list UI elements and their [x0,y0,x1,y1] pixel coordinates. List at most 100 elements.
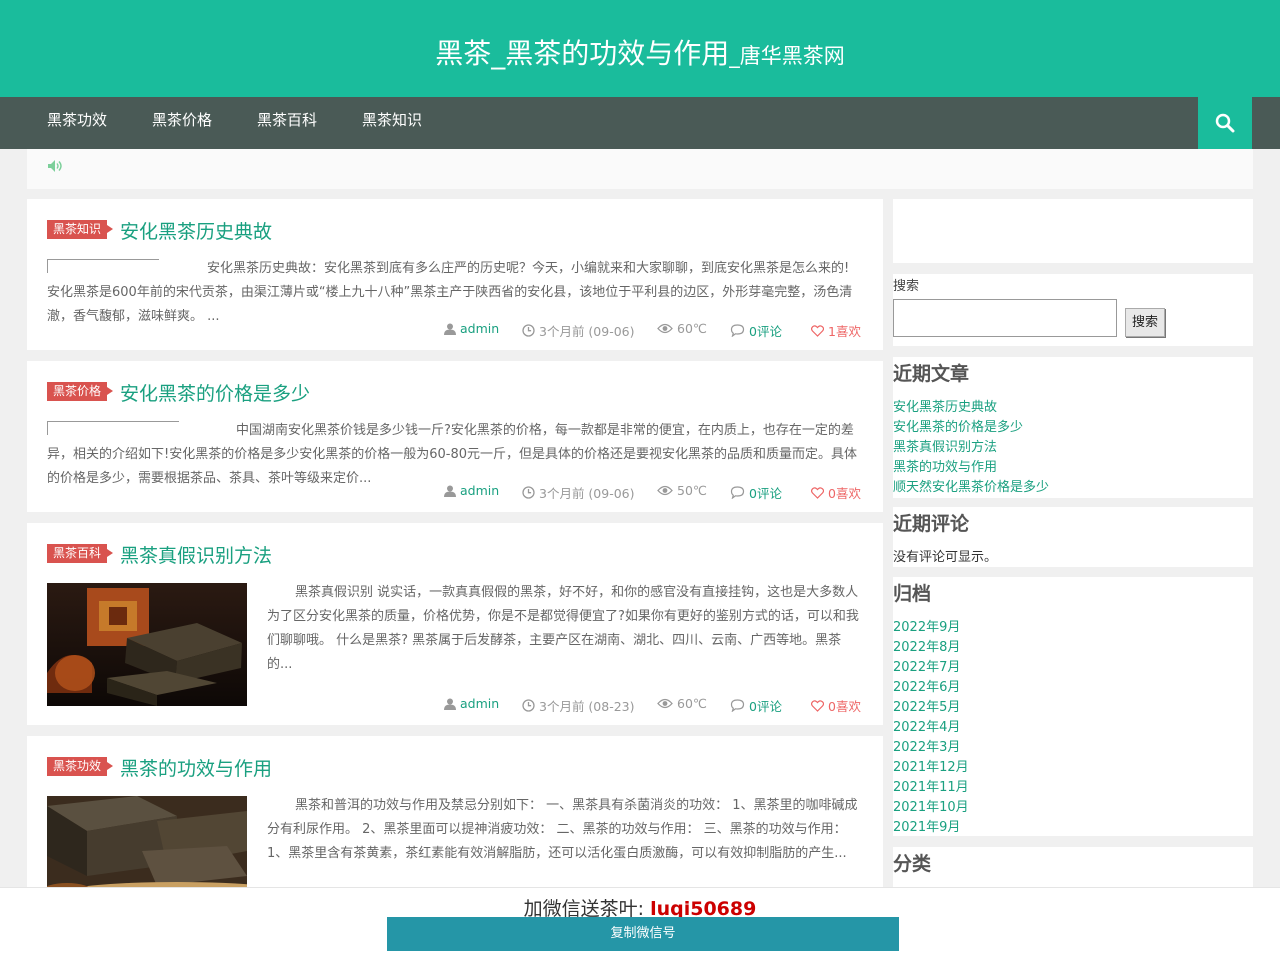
post-time: 3个月前 (09-06) [522,321,635,340]
archive-link[interactable]: 2022年5月 [893,696,960,715]
post-card: 黑茶百科 黑茶真假识别方法 黑茶真假识别 说实话，一款真真假假的黑茶，好不好，和… [27,523,883,725]
search-widget: 搜索 搜索 [893,274,1253,346]
post-title[interactable]: 安化黑茶的价格是多少 [120,379,310,406]
post-title[interactable]: 黑茶的功效与作用 [120,754,272,781]
archives-widget: 归档 2022年9月 2022年8月 2022年7月 2022年6月 2022年… [893,577,1253,836]
nav-item-knowledge[interactable]: 黑茶知识 [362,97,422,145]
post-time: 3个月前 (08-23) [522,696,635,715]
post-thumbnail[interactable] [47,796,247,896]
post-author[interactable]: admin [444,321,499,336]
post-excerpt: 黑茶真假识别 说实话，一款真真假假的黑茶，好不好，和你的感官没有直接挂钩，这也是… [267,585,859,672]
post-excerpt: 中国湖南安化黑茶价钱是多少钱一斤?安化黑茶的价格，每一款都是非常的便宜，在内质上… [47,423,857,486]
post-comments[interactable]: 0评论 [730,483,782,502]
heart-icon [811,699,824,712]
comments-text[interactable]: 0评论 [749,321,782,340]
site-title-sub[interactable]: _唐华黑茶网 [729,44,845,68]
post-comments[interactable]: 0评论 [730,696,782,715]
widget-title: 近期评论 [893,513,970,535]
tea-brick-image [47,796,247,896]
post-comments[interactable]: 0评论 [730,321,782,340]
archive-link[interactable]: 2022年6月 [893,676,960,695]
search-submit-button[interactable]: 搜索 [1125,308,1165,337]
time-text: 3个月前 (09-06) [539,486,635,501]
archive-link[interactable]: 2021年9月 [893,816,960,835]
recent-post-link[interactable]: 安化黑茶历史典故 [893,396,997,415]
post-card: 黑茶知识 安化黑茶历史典故 安化黑茶历史典故：安化黑茶到底有多么庄严的历史呢？今… [27,199,883,350]
recent-comments-widget: 近期评论 没有评论可显示。 [893,507,1253,567]
category-badge[interactable]: 黑茶功效 [47,757,114,776]
recent-post-link[interactable]: 安化黑茶的价格是多少 [893,416,1023,435]
user-icon [444,323,456,335]
eye-icon [657,698,673,709]
heart-icon [811,486,824,499]
author-name[interactable]: admin [460,696,499,711]
archive-link[interactable]: 2022年9月 [893,616,960,635]
nav-item-encyclopedia[interactable]: 黑茶百科 [257,97,317,145]
recent-post-link[interactable]: 顺天然安化黑茶价格是多少 [893,476,1049,495]
post-views: 60℃ [657,696,707,711]
wechat-promo-bar: 加微信送茶叶: luqi50689 复制微信号 [0,887,1280,960]
widget-title: 分类 [893,853,932,875]
archive-link[interactable]: 2022年4月 [893,716,960,735]
nav-item-price[interactable]: 黑茶价格 [152,97,212,145]
archive-link[interactable]: 2022年7月 [893,656,960,675]
comments-text[interactable]: 0评论 [749,696,782,715]
search-toggle-button[interactable] [1198,97,1252,149]
archive-link[interactable]: 2022年8月 [893,636,960,655]
search-input[interactable] [893,299,1117,337]
site-header: 黑茶_黑茶的功效与作用_唐华黑茶网 [0,0,1280,97]
category-badge[interactable]: 黑茶百科 [47,544,114,563]
tea-brick-image [47,583,247,706]
post-author[interactable]: admin [444,696,499,711]
post-likes[interactable]: 1喜欢 [811,321,861,340]
search-icon [1215,113,1235,133]
author-name[interactable]: admin [460,321,499,336]
recent-post-link[interactable]: 黑茶真假识别方法 [893,436,997,455]
time-text: 3个月前 (09-06) [539,324,635,339]
comment-icon [730,486,745,499]
views-text: 60℃ [677,321,707,336]
nav-item-efficacy[interactable]: 黑茶功效 [47,97,107,145]
likes-text[interactable]: 0喜欢 [828,696,861,715]
post-title[interactable]: 安化黑茶历史典故 [120,217,272,244]
views-text: 50℃ [677,483,707,498]
post-likes[interactable]: 0喜欢 [811,483,861,502]
likes-text[interactable]: 0喜欢 [828,483,861,502]
likes-text[interactable]: 1喜欢 [828,321,861,340]
category-badge[interactable]: 黑茶价格 [47,382,114,401]
recent-post-link[interactable]: 黑茶的功效与作用 [893,456,997,475]
comment-icon [730,699,745,712]
post-author[interactable]: admin [444,483,499,498]
post-time: 3个月前 (09-06) [522,483,635,502]
widget-title: 近期文章 [893,363,970,385]
user-icon [444,485,456,497]
eye-icon [657,323,673,334]
recent-posts-widget: 近期文章 安化黑茶历史典故 安化黑茶的价格是多少 黑茶真假识别方法 黑茶的功效与… [893,357,1253,498]
views-text: 60℃ [677,696,707,711]
heart-icon [811,324,824,337]
site-title[interactable]: 黑茶_黑茶的功效与作用_唐华黑茶网 [0,32,1280,72]
post-likes[interactable]: 0喜欢 [811,696,861,715]
no-comments-text: 没有评论可显示。 [893,550,998,565]
archive-link[interactable]: 2021年10月 [893,796,969,815]
copy-wechat-button[interactable]: 复制微信号 [387,917,899,951]
post-card: 黑茶功效 黑茶的功效与作用 黑茶和普洱的功效与作用及禁忌分别如下： 一、黑茶具有… [27,736,883,896]
search-label: 搜索 [893,279,920,294]
comments-text[interactable]: 0评论 [749,483,782,502]
category-badge[interactable]: 黑茶知识 [47,220,114,239]
post-title[interactable]: 黑茶真假识别方法 [120,541,272,568]
post-thumbnail[interactable] [47,583,247,706]
site-title-main[interactable]: 黑茶_黑茶的功效与作用 [435,37,729,70]
archive-link[interactable]: 2021年11月 [893,776,969,795]
main-nav: 黑茶功效 黑茶价格 黑茶百科 黑茶知识 [0,97,1280,149]
speaker-icon [48,160,62,172]
post-excerpt: 黑茶和普洱的功效与作用及禁忌分别如下： 一、黑茶具有杀菌消炎的功效： 1、黑茶里… [267,798,858,861]
time-text: 3个月前 (08-23) [539,699,635,714]
author-name[interactable]: admin [460,483,499,498]
archive-link[interactable]: 2022年3月 [893,736,960,755]
archive-link[interactable]: 2021年12月 [893,756,969,775]
notice-bar [27,149,1253,189]
post-card: 黑茶价格 安化黑茶的价格是多少 中国湖南安化黑茶价钱是多少钱一斤?安化黑茶的价格… [27,361,883,512]
clock-icon [522,486,535,499]
comment-icon [730,324,745,337]
